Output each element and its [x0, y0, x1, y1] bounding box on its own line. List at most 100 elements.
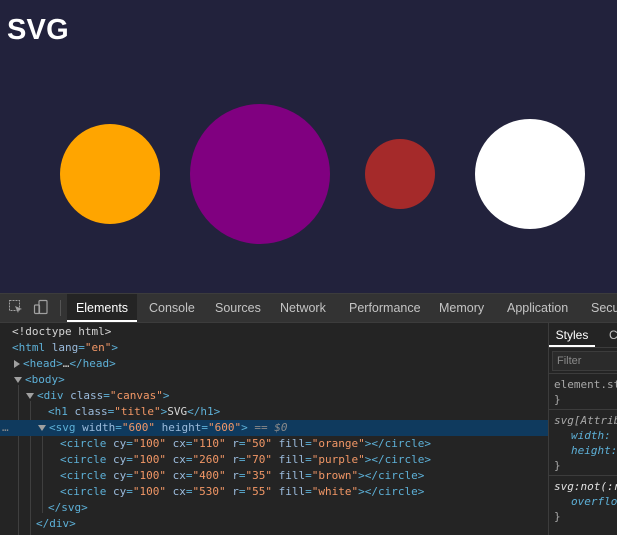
circle-token-val: "brown" [311, 469, 359, 482]
h1-text: SVG [167, 405, 188, 418]
styles-pane: Styles C Filter element.st } svg[Attrib … [548, 323, 617, 535]
dom-line-div[interactable]: <div class="canvas"> [0, 388, 548, 404]
h1-attr: class [74, 405, 108, 418]
dom-line-circle-purple[interactable]: <circle cy="100" cx="260" r="70" fill="p… [0, 452, 548, 468]
expand-arrow-icon[interactable] [14, 360, 20, 368]
svg-attr-height-value: "600" [208, 421, 242, 434]
tab-elements[interactable]: Elements [67, 294, 137, 322]
circle-token-val: "400" [192, 469, 226, 482]
collapse-arrow-icon[interactable] [14, 377, 22, 383]
rule-close-brace: } [554, 510, 561, 523]
selected-node-marker: == $0 [254, 421, 288, 434]
svg-tag: svg [55, 421, 76, 434]
rule-close-brace: } [554, 459, 561, 472]
tab-performance[interactable]: Performance [349, 294, 421, 322]
circle-token-tag: ></circle> [364, 437, 431, 450]
html-attr: lang [51, 341, 79, 354]
svg-attr-width: width [82, 421, 116, 434]
svg-attr-height: height [161, 421, 202, 434]
dom-line-circle-white[interactable]: <circle cy="100" cx="530" r="55" fill="w… [0, 484, 548, 500]
circle-token-attr: cy [112, 469, 127, 482]
toolbar-separator [60, 300, 61, 316]
rule-svg-attrib-selector[interactable]: svg[Attrib [554, 413, 617, 428]
circle-token-tag: <circle [60, 453, 113, 466]
circle-token-attr: r [232, 485, 239, 498]
html-tag: html [18, 341, 46, 354]
circle-token-tag [272, 437, 279, 450]
rule-svg-not-selector[interactable]: svg:not(:r [554, 479, 617, 494]
circle-token-attr: r [232, 453, 239, 466]
circle-token-val: "100" [132, 485, 166, 498]
dom-line-h1[interactable]: <h1 class="title">SVG</h1> [0, 404, 548, 420]
circle-token-attr: r [232, 437, 239, 450]
circle-token-attr: fill [278, 453, 306, 466]
circle-token-tag: <circle [60, 437, 113, 450]
styles-divider [549, 409, 617, 410]
circle-token-attr: fill [278, 437, 306, 450]
dom-line-html[interactable]: <html lang="en"> [0, 340, 548, 356]
div-tag: div [43, 389, 64, 402]
circle-token-attr: cy [112, 453, 127, 466]
tab-application[interactable]: Application [507, 294, 568, 322]
device-toggle-icon[interactable] [33, 299, 49, 315]
devtools-panel: Elements Console Sources Network Perform… [0, 293, 617, 535]
head-tag: head [29, 357, 57, 370]
circle-token-tag: <circle [60, 485, 113, 498]
tab-console[interactable]: Console [149, 294, 195, 322]
tab-sources[interactable]: Sources [215, 294, 261, 322]
rule-prop-width[interactable]: width: [571, 428, 611, 443]
circle-token-tag: ></circle> [358, 485, 425, 498]
tab-security[interactable]: Secu [591, 294, 617, 322]
circle-token-val: "70" [245, 453, 272, 466]
inspect-icon[interactable] [8, 299, 24, 315]
circle-token-attr: cx [172, 453, 186, 466]
rule-element-style[interactable]: element.st [554, 377, 617, 392]
circle-token-tag [272, 453, 279, 466]
tab-styles[interactable]: Styles [549, 323, 595, 347]
rule-prop-overflow[interactable]: overflo [571, 494, 617, 509]
tab-network[interactable]: Network [280, 294, 326, 322]
circle-token-val: "110" [192, 437, 226, 450]
circle-token-attr: cy [112, 437, 127, 450]
html-attr-value: "en" [84, 341, 112, 354]
dom-line-circle-orange[interactable]: <circle cy="100" cx="110" r="50" fill="o… [0, 436, 548, 452]
svg-close-tag: svg [61, 501, 82, 514]
doctype-text: <!doctype html> [12, 325, 112, 338]
head-close-tag: head [82, 357, 110, 370]
circle-token-val: "55" [245, 485, 272, 498]
circle-token-tag: = [305, 453, 312, 466]
dom-line-svg-selected[interactable]: … <svg width="600" height="600"> == $0 [0, 420, 548, 436]
circle-token-tag: = [126, 453, 133, 466]
dom-line-svg-close[interactable]: </svg> [0, 500, 548, 516]
circle-token-val: "purple" [311, 453, 365, 466]
more-actions-dots[interactable]: … [2, 420, 9, 436]
styles-divider [549, 373, 617, 374]
circle-token-val: "260" [192, 453, 226, 466]
circle-token-attr: fill [278, 469, 306, 482]
styles-divider [549, 475, 617, 476]
dom-line-body[interactable]: <body> [0, 372, 548, 388]
circle-white [475, 119, 585, 229]
circle-token-tag: ></circle> [358, 469, 425, 482]
circle-token-tag [166, 453, 173, 466]
circle-token-tag: ></circle> [364, 453, 431, 466]
styles-divider [549, 347, 617, 348]
circle-purple [190, 104, 330, 244]
circle-token-attr: fill [278, 485, 306, 498]
tab-memory[interactable]: Memory [439, 294, 484, 322]
styles-filter-input[interactable]: Filter [552, 351, 617, 371]
collapse-arrow-icon[interactable] [38, 425, 46, 431]
tab-computed[interactable]: C [609, 323, 617, 347]
collapse-arrow-icon[interactable] [26, 393, 34, 399]
circle-token-attr: cx [172, 469, 186, 482]
circle-token-val: "35" [245, 469, 272, 482]
dom-line-head[interactable]: <head>…</head> [0, 356, 548, 372]
rule-close-brace: } [554, 393, 561, 406]
dom-line-doctype[interactable]: <!doctype html> [0, 324, 548, 340]
dom-line-div-close[interactable]: </div> [0, 516, 548, 532]
dom-line-circle-brown[interactable]: <circle cy="100" cx="400" r="35" fill="b… [0, 468, 548, 484]
svg-canvas [60, 104, 585, 244]
div-attr: class [70, 389, 104, 402]
rule-prop-height[interactable]: height: [571, 443, 617, 458]
circle-token-tag: = [305, 437, 312, 450]
